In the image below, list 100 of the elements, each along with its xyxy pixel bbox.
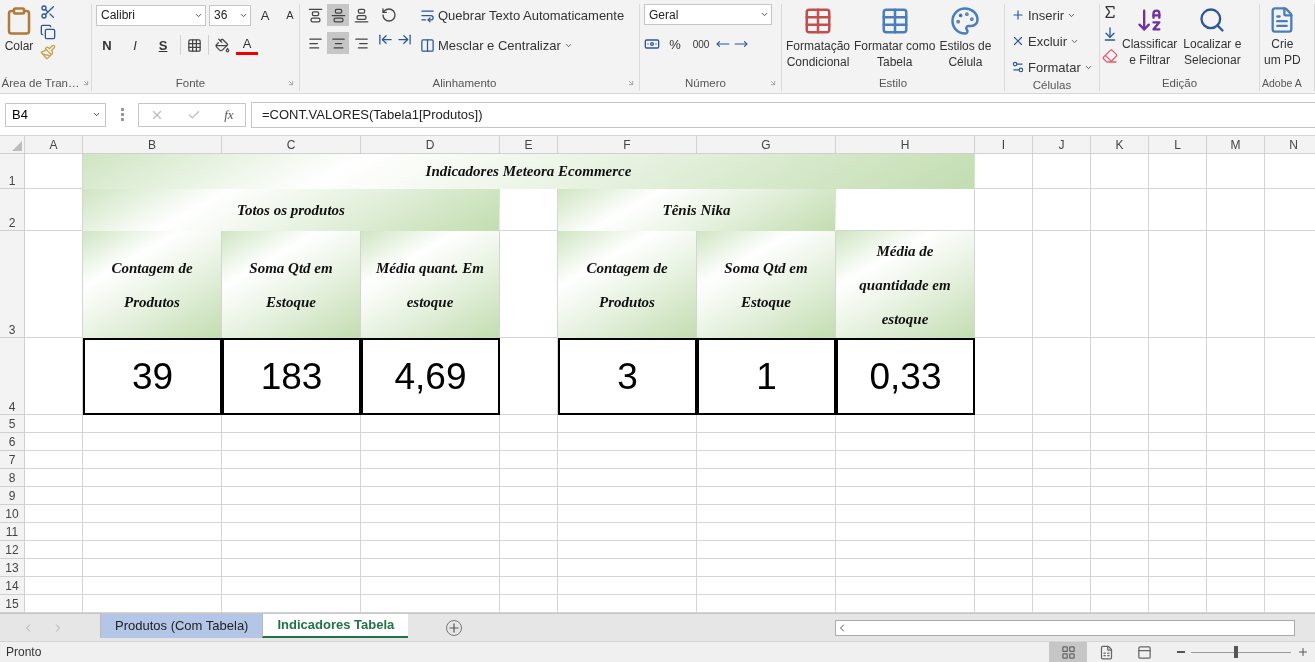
table-cell[interactable] (697, 433, 836, 451)
table-cell[interactable] (975, 577, 1033, 595)
table-cell[interactable] (836, 505, 975, 523)
table-cell[interactable] (1033, 523, 1091, 541)
table-cell[interactable] (975, 433, 1033, 451)
bold-button[interactable]: N (96, 34, 118, 56)
row-header[interactable]: 13 (0, 559, 25, 577)
table-cell[interactable] (975, 451, 1033, 469)
table-cell[interactable] (1207, 433, 1265, 451)
fill-icon[interactable] (1102, 26, 1118, 42)
format-button[interactable]: Formatar (1009, 56, 1095, 78)
table-cell[interactable] (1033, 577, 1091, 595)
table-cell[interactable] (558, 523, 697, 541)
table-cell[interactable] (222, 451, 361, 469)
table-cell[interactable] (697, 541, 836, 559)
table-cell[interactable] (836, 433, 975, 451)
table-cell[interactable] (1091, 415, 1149, 433)
table-cell[interactable] (25, 523, 83, 541)
table-cell[interactable] (1033, 505, 1091, 523)
table-cell[interactable] (1207, 469, 1265, 487)
column-header[interactable]: G (697, 136, 836, 154)
table-cell[interactable] (500, 469, 558, 487)
table-cell[interactable] (1149, 505, 1207, 523)
currency-icon[interactable] (644, 36, 660, 52)
dialog-launcher-icon[interactable] (287, 79, 295, 87)
column-header[interactable]: I (975, 136, 1033, 154)
table-cell[interactable] (83, 541, 222, 559)
row-header[interactable]: 15 (0, 595, 25, 613)
table-cell[interactable] (1091, 541, 1149, 559)
italic-button[interactable]: I (124, 34, 146, 56)
paste-button[interactable]: Colar (2, 4, 36, 56)
table-cell[interactable] (1149, 523, 1207, 541)
cut-icon[interactable] (40, 4, 56, 20)
table-cell[interactable] (83, 505, 222, 523)
insert-button[interactable]: Inserir (1009, 4, 1079, 26)
table-cell[interactable] (500, 505, 558, 523)
table-cell[interactable] (697, 505, 836, 523)
table-cell[interactable] (975, 415, 1033, 433)
table-cell[interactable] (1149, 231, 1207, 338)
underline-button[interactable]: S (152, 34, 174, 56)
row-header[interactable]: 12 (0, 541, 25, 559)
table-cell[interactable] (500, 577, 558, 595)
table-cell[interactable] (1149, 577, 1207, 595)
table-cell[interactable] (1033, 154, 1091, 189)
sheet-tab[interactable]: Indicadores Tabela (262, 613, 409, 638)
table-cell[interactable] (1091, 338, 1149, 415)
table-cell[interactable] (558, 577, 697, 595)
table-cell[interactable] (558, 559, 697, 577)
table-cell[interactable] (1033, 338, 1091, 415)
table-cell[interactable] (500, 559, 558, 577)
value-cell[interactable]: 1 (697, 338, 836, 415)
table-cell[interactable] (1033, 541, 1091, 559)
table-cell[interactable] (500, 523, 558, 541)
table-cell[interactable] (500, 541, 558, 559)
table-cell[interactable] (25, 559, 83, 577)
merge-center-button[interactable]: Mesclar e Centralizar (418, 34, 575, 56)
horizontal-scrollbar[interactable] (835, 619, 1295, 636)
thousands-button[interactable]: 000 (690, 33, 712, 55)
table-cell[interactable] (558, 541, 697, 559)
table-cell[interactable] (25, 577, 83, 595)
sort-filter-button[interactable]: Classificar e Filtrar (1120, 4, 1180, 70)
table-cell[interactable] (1033, 559, 1091, 577)
dialog-launcher-icon[interactable] (627, 79, 635, 87)
table-cell[interactable] (1091, 189, 1149, 231)
create-pdf-button[interactable]: Crie um PD (1262, 4, 1303, 70)
font-name-field[interactable]: Calibri (96, 4, 206, 26)
middle-align-button[interactable] (327, 4, 349, 26)
row-header[interactable]: 3 (0, 231, 25, 338)
sum-icon[interactable] (1102, 4, 1118, 20)
grow-font-button[interactable]: A (254, 4, 276, 26)
table-cell[interactable] (1207, 338, 1265, 415)
table-cell[interactable] (1207, 487, 1265, 505)
column-header[interactable]: A (25, 136, 83, 154)
table-cell[interactable] (1091, 154, 1149, 189)
table-cell[interactable] (975, 487, 1033, 505)
column-header[interactable]: L (1149, 136, 1207, 154)
value-cell[interactable]: 3 (558, 338, 697, 415)
wrap-text-button[interactable]: Quebrar Texto Automaticamente (418, 4, 627, 26)
normal-view-button[interactable] (1049, 641, 1087, 662)
table-cell[interactable] (1091, 523, 1149, 541)
delete-button[interactable]: Excluir (1009, 30, 1081, 52)
style-button[interactable]: Estilos de Célula (937, 4, 994, 72)
find-select-button[interactable]: Localizar e Selecionar (1181, 4, 1244, 70)
dialog-launcher-icon[interactable] (769, 79, 777, 87)
table-cell[interactable] (1149, 451, 1207, 469)
percent-button[interactable]: % (664, 33, 686, 55)
row-header[interactable]: 2 (0, 189, 25, 231)
table-cell[interactable] (1149, 154, 1207, 189)
table-cell[interactable] (1207, 505, 1265, 523)
table-cell[interactable] (1033, 415, 1091, 433)
table-cell[interactable] (1207, 231, 1265, 338)
table-cell[interactable] (697, 559, 836, 577)
table-cell[interactable] (1149, 433, 1207, 451)
table-cell[interactable] (836, 451, 975, 469)
table-cell[interactable] (1091, 451, 1149, 469)
table-cell[interactable] (25, 433, 83, 451)
row-header[interactable]: 14 (0, 577, 25, 595)
row-header[interactable]: 4 (0, 338, 25, 415)
table-cell[interactable] (836, 523, 975, 541)
table-cell[interactable] (500, 415, 558, 433)
